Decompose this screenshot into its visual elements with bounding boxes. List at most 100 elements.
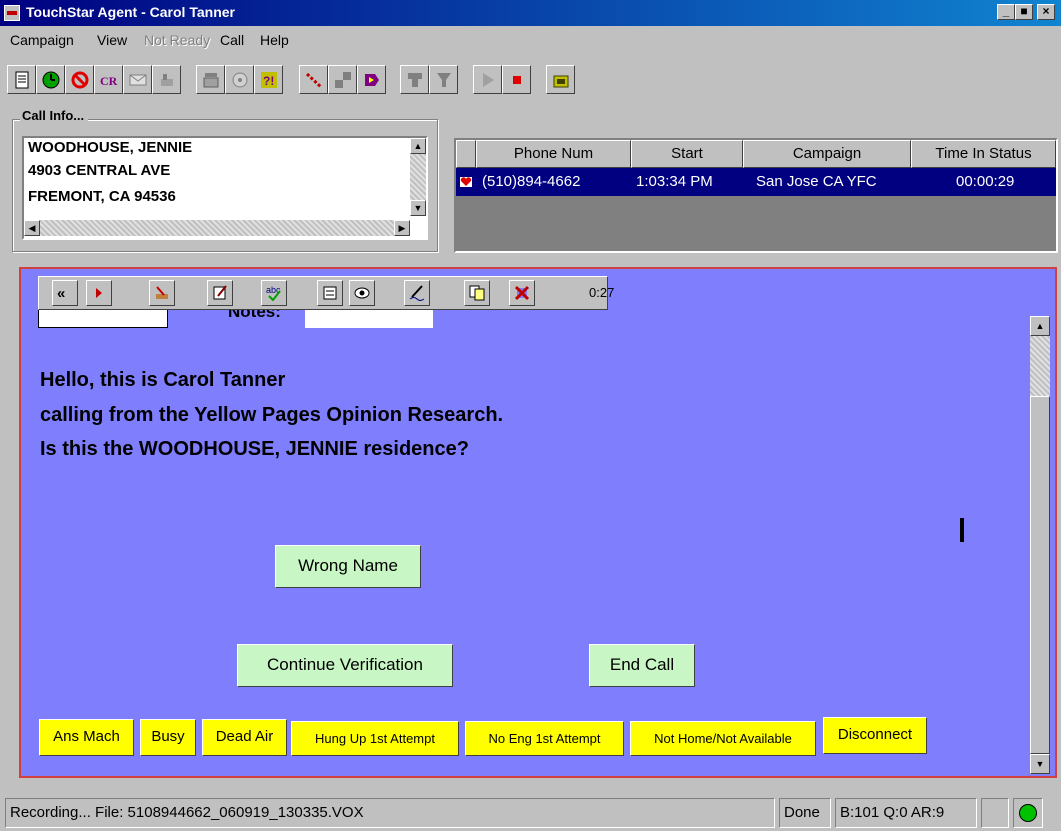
hand-button[interactable] [149,280,175,306]
scroll-down-button[interactable]: ▼ [410,200,426,216]
play-icon [483,73,494,87]
close-button[interactable]: × [1037,4,1055,20]
script-scroll-thumb-area[interactable] [1030,336,1050,396]
no-eng-button[interactable]: No Eng 1st Attempt [465,721,624,756]
mail-button[interactable] [123,65,152,94]
transfer-icon: ?! [261,72,277,88]
play-button[interactable] [473,65,502,94]
headset-button[interactable] [546,65,575,94]
call-grid: Phone Num Start Campaign Time In Status … [454,138,1058,253]
address-city: FREMONT, CA 94536 [28,188,176,205]
status-counters: B:101 Q:0 AR:9 [835,798,977,828]
spell-check-button[interactable]: abc [261,280,287,306]
no-entry-icon [71,71,89,89]
cell-time: 00:00:29 [956,173,1015,190]
link-button[interactable] [299,65,328,94]
back-button[interactable] [86,280,112,306]
stop-button[interactable] [502,65,531,94]
disconnect-button[interactable]: Disconnect [823,717,927,754]
script-icon [15,71,29,89]
scroll-left-button[interactable]: ◀ [24,220,40,236]
hung-up-button[interactable]: Hung Up 1st Attempt [291,721,459,756]
table-row[interactable]: (510)894-4662 1:03:34 PM San Jose CA YFC… [456,168,1056,196]
address-name: WOODHOUSE, JENNIE [28,139,193,156]
form-button[interactable] [317,280,343,306]
status-empty-pane [981,798,1009,828]
spell-check-icon: abc [266,285,281,301]
dial-icon [232,72,248,88]
ready-button[interactable] [36,65,65,94]
signature-button[interactable] [404,280,430,306]
script-toolstrip: « abc 0:27 [38,276,614,310]
stop-icon [513,76,521,84]
script-button[interactable] [7,65,36,94]
script-scrollbar[interactable]: ▲ ▼ [1030,316,1050,774]
transfer-button[interactable]: ?! [254,65,283,94]
status-indicator-pane [1013,798,1043,828]
scroll-up-button[interactable]: ▲ [410,138,426,154]
phone-hand-button[interactable] [152,65,181,94]
split-button[interactable] [400,65,429,94]
script-scroll-up[interactable]: ▲ [1030,316,1050,336]
split-icon [408,73,422,87]
window-title: TouchStar Agent - Carol Tanner [26,4,235,20]
call-info-label: Call Info... [20,108,89,123]
script-line-company: calling from the Yellow Pages Opinion Re… [40,404,504,426]
menu-call[interactable]: Call [220,32,244,48]
minimize-button[interactable]: _ [997,4,1015,20]
rewind-button[interactable]: « [52,280,78,306]
continue-verification-button[interactable]: Continue Verification [237,644,453,687]
phone-button[interactable] [196,65,225,94]
ans-mach-button[interactable]: Ans Mach [39,719,134,756]
column-start[interactable]: Start [631,140,743,168]
scroll-right-button[interactable]: ▶ [394,220,410,236]
notes-left-field[interactable] [38,308,168,328]
maximize-button[interactable]: ■ [1015,4,1033,20]
phone-icon [203,73,219,88]
conference-button[interactable] [328,65,357,94]
column-time-in-status[interactable]: Time In Status [911,140,1056,168]
script-panel [19,267,1057,778]
menu-campaign[interactable]: Campaign [10,32,74,48]
crc-button[interactable]: CRC [94,65,123,94]
not-ready-button[interactable] [65,65,94,94]
edit-button[interactable] [207,280,233,306]
forward-icon [365,74,379,86]
forward-button[interactable] [357,65,386,94]
menu-help[interactable]: Help [260,32,289,48]
svg-text:CRC: CRC [100,74,118,88]
title-bar: TouchStar Agent - Carol Tanner _ ■ × [0,0,1061,26]
copy-button[interactable] [464,280,490,306]
script-scroll-thumb[interactable] [1030,396,1050,754]
scrollbar-track[interactable] [410,154,426,200]
envelope-icon [129,74,147,86]
edit-icon [213,285,227,300]
column-phone[interactable]: Phone Num [476,140,631,168]
rewind-icon: « [57,285,65,301]
dial-button[interactable] [225,65,254,94]
not-home-button[interactable]: Not Home/Not Available [630,721,816,756]
copy-icon [469,285,485,301]
link-icon [305,72,323,89]
end-call-button[interactable]: End Call [589,644,695,687]
notes-field[interactable] [305,308,433,328]
busy-button[interactable]: Busy [140,719,196,756]
dead-air-button[interactable]: Dead Air [202,719,287,756]
address-box: WOODHOUSE, JENNIE 4903 CENTRAL AVE FREMO… [22,136,428,240]
h-scrollbar-track[interactable] [40,220,394,236]
script-scroll-down[interactable]: ▼ [1030,754,1050,774]
heart-icon [460,177,472,187]
address-street: 4903 CENTRAL AVE [28,162,171,179]
menu-not-ready[interactable]: Not Ready [144,32,210,48]
cancel-icon [514,285,530,301]
view-button[interactable] [349,280,375,306]
menu-view[interactable]: View [97,32,127,48]
status-state: Done [779,798,831,828]
wrong-name-button[interactable]: Wrong Name [275,545,421,588]
svg-text:«: « [57,285,65,301]
column-campaign[interactable]: Campaign [743,140,911,168]
cancel-button[interactable] [509,280,535,306]
merge-button[interactable] [429,65,458,94]
crc-icon: CRC [100,74,118,88]
status-recording: Recording... File: 5108944662_060919_130… [5,798,775,828]
